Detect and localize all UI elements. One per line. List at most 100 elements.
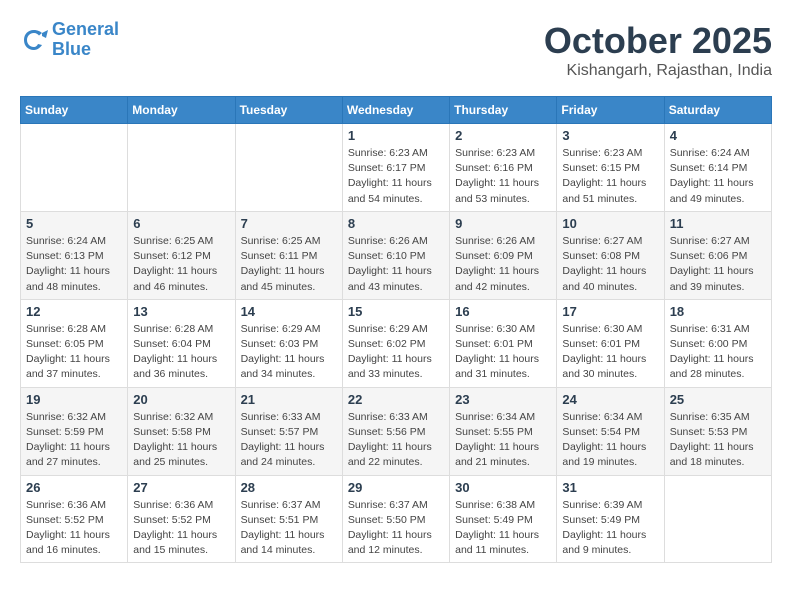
day-info: Sunrise: 6:34 AM Sunset: 5:55 PM Dayligh… — [455, 410, 551, 471]
day-number: 27 — [133, 480, 229, 495]
calendar-cell — [235, 124, 342, 212]
logo-text: General Blue — [52, 20, 119, 60]
title-block: October 2025 Kishangarh, Rajasthan, Indi… — [544, 20, 772, 80]
day-number: 20 — [133, 392, 229, 407]
calendar-cell: 1 Sunrise: 6:23 AM Sunset: 6:17 PM Daylig… — [342, 124, 449, 212]
day-number: 12 — [26, 304, 122, 319]
day-number: 21 — [241, 392, 337, 407]
calendar-cell: 28Sunrise: 6:37 AM Sunset: 5:51 PM Dayli… — [235, 475, 342, 563]
calendar-week-row: 26 Sunrise: 6:36 AM Sunset: 5:52 PM Dayli… — [21, 475, 772, 563]
calendar-cell: 4Sunrise: 6:24 AM Sunset: 6:14 PM Daylig… — [664, 124, 771, 212]
day-number: 18 — [670, 304, 766, 319]
day-number: 5 — [26, 216, 122, 231]
day-number: 1 — [348, 128, 444, 143]
day-info: Sunrise: 6:37 AM Sunset: 5:50 PM Dayligh… — [348, 498, 444, 559]
day-info: Sunrise: 6:38 AM Sunset: 5:49 PM Dayligh… — [455, 498, 551, 559]
calendar-cell: 12 Sunrise: 6:28 AM Sunset: 6:05 PM Dayli… — [21, 299, 128, 387]
day-number: 31 — [562, 480, 658, 495]
day-info: Sunrise: 6:36 AM Sunset: 5:52 PM Dayligh… — [26, 498, 122, 559]
day-info: Sunrise: 6:29 AM Sunset: 6:02 PM Dayligh… — [348, 322, 444, 383]
calendar-cell: 16 Sunrise: 6:30 AM Sunset: 6:01 PM Dayli… — [450, 299, 557, 387]
day-info: Sunrise: 6:30 AM Sunset: 6:01 PM Dayligh… — [562, 322, 658, 383]
calendar-cell: 25Sunrise: 6:35 AM Sunset: 5:53 PM Dayli… — [664, 387, 771, 475]
day-info: Sunrise: 6:24 AM Sunset: 6:13 PM Dayligh… — [26, 234, 122, 295]
calendar-cell: 11Sunrise: 6:27 AM Sunset: 6:06 PM Dayli… — [664, 211, 771, 299]
day-info: Sunrise: 6:31 AM Sunset: 6:00 PM Dayligh… — [670, 322, 766, 383]
calendar-cell: 2Sunrise: 6:23 AM Sunset: 6:16 PM Daylig… — [450, 124, 557, 212]
day-number: 17 — [562, 304, 658, 319]
calendar-cell: 17 Sunrise: 6:30 AM Sunset: 6:01 PM Dayli… — [557, 299, 664, 387]
calendar-cell: 5 Sunrise: 6:24 AM Sunset: 6:13 PM Daylig… — [21, 211, 128, 299]
calendar-cell: 13 Sunrise: 6:28 AM Sunset: 6:04 PM Dayli… — [128, 299, 235, 387]
day-number: 9 — [455, 216, 551, 231]
calendar-cell: 7 Sunrise: 6:25 AM Sunset: 6:11 PM Daylig… — [235, 211, 342, 299]
calendar-cell: 23Sunrise: 6:34 AM Sunset: 5:55 PM Dayli… — [450, 387, 557, 475]
weekday-header: Wednesday — [342, 97, 449, 124]
weekday-header: Friday — [557, 97, 664, 124]
day-info: Sunrise: 6:25 AM Sunset: 6:11 PM Dayligh… — [241, 234, 337, 295]
day-number: 3 — [562, 128, 658, 143]
day-info: Sunrise: 6:24 AM Sunset: 6:14 PM Dayligh… — [670, 146, 766, 207]
calendar-week-row: 19 Sunrise: 6:32 AM Sunset: 5:59 PM Dayli… — [21, 387, 772, 475]
calendar-week-row: 1 Sunrise: 6:23 AM Sunset: 6:17 PM Daylig… — [21, 124, 772, 212]
day-info: Sunrise: 6:29 AM Sunset: 6:03 PM Dayligh… — [241, 322, 337, 383]
calendar-cell — [128, 124, 235, 212]
day-info: Sunrise: 6:36 AM Sunset: 5:52 PM Dayligh… — [133, 498, 229, 559]
calendar-cell: 6Sunrise: 6:25 AM Sunset: 6:12 PM Daylig… — [128, 211, 235, 299]
calendar-cell: 14 Sunrise: 6:29 AM Sunset: 6:03 PM Dayli… — [235, 299, 342, 387]
day-info: Sunrise: 6:33 AM Sunset: 5:56 PM Dayligh… — [348, 410, 444, 471]
day-info: Sunrise: 6:27 AM Sunset: 6:06 PM Dayligh… — [670, 234, 766, 295]
location: Kishangarh, Rajasthan, India — [544, 62, 772, 80]
calendar-cell: 18 Sunrise: 6:31 AM Sunset: 6:00 PM Dayli… — [664, 299, 771, 387]
day-info: Sunrise: 6:34 AM Sunset: 5:54 PM Dayligh… — [562, 410, 658, 471]
day-number: 14 — [241, 304, 337, 319]
day-number: 26 — [26, 480, 122, 495]
day-info: Sunrise: 6:23 AM Sunset: 6:17 PM Dayligh… — [348, 146, 444, 207]
weekday-header: Tuesday — [235, 97, 342, 124]
day-info: Sunrise: 6:39 AM Sunset: 5:49 PM Dayligh… — [562, 498, 658, 559]
calendar-cell: 30 Sunrise: 6:38 AM Sunset: 5:49 PM Dayli… — [450, 475, 557, 563]
day-info: Sunrise: 6:27 AM Sunset: 6:08 PM Dayligh… — [562, 234, 658, 295]
day-number: 19 — [26, 392, 122, 407]
calendar-cell: 15 Sunrise: 6:29 AM Sunset: 6:02 PM Dayli… — [342, 299, 449, 387]
calendar-cell: 31 Sunrise: 6:39 AM Sunset: 5:49 PM Dayli… — [557, 475, 664, 563]
day-info: Sunrise: 6:32 AM Sunset: 5:59 PM Dayligh… — [26, 410, 122, 471]
calendar-cell: 24 Sunrise: 6:34 AM Sunset: 5:54 PM Dayli… — [557, 387, 664, 475]
day-info: Sunrise: 6:30 AM Sunset: 6:01 PM Dayligh… — [455, 322, 551, 383]
day-info: Sunrise: 6:26 AM Sunset: 6:09 PM Dayligh… — [455, 234, 551, 295]
calendar-cell: 20Sunrise: 6:32 AM Sunset: 5:58 PM Dayli… — [128, 387, 235, 475]
calendar-cell — [664, 475, 771, 563]
day-info: Sunrise: 6:28 AM Sunset: 6:05 PM Dayligh… — [26, 322, 122, 383]
day-info: Sunrise: 6:28 AM Sunset: 6:04 PM Dayligh… — [133, 322, 229, 383]
day-number: 16 — [455, 304, 551, 319]
calendar-cell: 8 Sunrise: 6:26 AM Sunset: 6:10 PM Daylig… — [342, 211, 449, 299]
weekday-header: Sunday — [21, 97, 128, 124]
month-title: October 2025 — [544, 20, 772, 62]
calendar-cell: 21 Sunrise: 6:33 AM Sunset: 5:57 PM Dayli… — [235, 387, 342, 475]
day-number: 8 — [348, 216, 444, 231]
calendar-table: SundayMondayTuesdayWednesdayThursdayFrid… — [20, 96, 772, 563]
weekday-header: Monday — [128, 97, 235, 124]
calendar-cell: 26 Sunrise: 6:36 AM Sunset: 5:52 PM Dayli… — [21, 475, 128, 563]
weekday-header: Saturday — [664, 97, 771, 124]
logo-icon — [20, 26, 48, 54]
weekday-header-row: SundayMondayTuesdayWednesdayThursdayFrid… — [21, 97, 772, 124]
day-number: 2 — [455, 128, 551, 143]
calendar-cell: 19 Sunrise: 6:32 AM Sunset: 5:59 PM Dayli… — [21, 387, 128, 475]
day-number: 7 — [241, 216, 337, 231]
day-number: 30 — [455, 480, 551, 495]
page-header: General Blue October 2025 Kishangarh, Ra… — [20, 20, 772, 80]
logo: General Blue — [20, 20, 119, 60]
day-info: Sunrise: 6:35 AM Sunset: 5:53 PM Dayligh… — [670, 410, 766, 471]
day-number: 10 — [562, 216, 658, 231]
day-number: 24 — [562, 392, 658, 407]
calendar-cell: 10 Sunrise: 6:27 AM Sunset: 6:08 PM Dayli… — [557, 211, 664, 299]
calendar-cell: 27 Sunrise: 6:36 AM Sunset: 5:52 PM Dayli… — [128, 475, 235, 563]
calendar-cell: 9 Sunrise: 6:26 AM Sunset: 6:09 PM Daylig… — [450, 211, 557, 299]
day-number: 15 — [348, 304, 444, 319]
day-info: Sunrise: 6:37 AM Sunset: 5:51 PM Dayligh… — [241, 498, 337, 559]
day-info: Sunrise: 6:23 AM Sunset: 6:15 PM Dayligh… — [562, 146, 658, 207]
day-info: Sunrise: 6:33 AM Sunset: 5:57 PM Dayligh… — [241, 410, 337, 471]
day-info: Sunrise: 6:26 AM Sunset: 6:10 PM Dayligh… — [348, 234, 444, 295]
day-number: 13 — [133, 304, 229, 319]
